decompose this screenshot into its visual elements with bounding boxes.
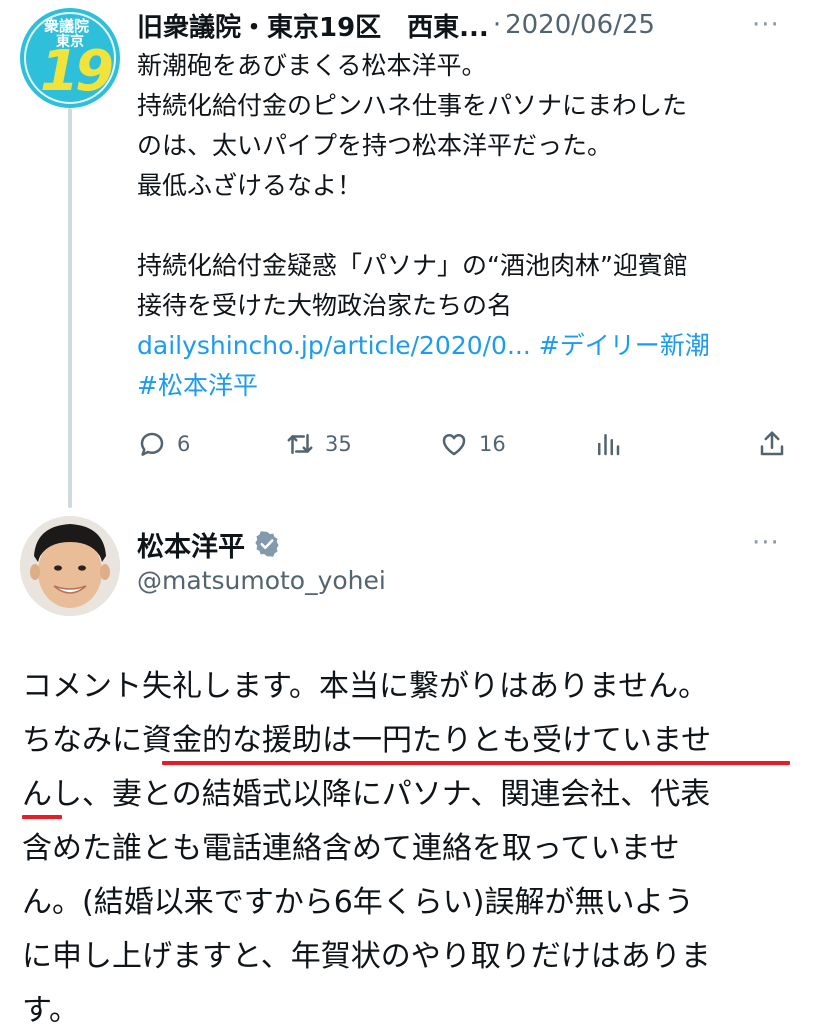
heart-icon	[442, 434, 466, 456]
separator-dot: ·	[492, 10, 502, 40]
reply-text-line: んし、妻との結婚式以降にパソナ、関連会社、代表	[22, 768, 802, 822]
reply-text-line: ん。(結婚以来ですから6年くらい)誤解が無いよう	[22, 885, 694, 920]
tweet-text: 新潮砲をあびまくる松本洋平。 持続化給付金のピンハネ仕事をパソナにまわした のは…	[137, 46, 797, 406]
more-options-icon[interactable]: ···	[752, 528, 780, 558]
retweet-icon	[287, 434, 313, 454]
reply-text-line: 含めた誰とも電話連絡含めて連絡を取っていませ	[22, 831, 680, 866]
tweet-text-line: 持続化給付金のピンハネ仕事をパソナにまわした	[137, 91, 688, 120]
retweet-button[interactable]: 35	[285, 424, 352, 464]
display-name[interactable]: 松本洋平	[137, 525, 245, 564]
reply-text: コメント失礼します。本当に繋がりはありません。 ちなみに資金的な援助は一円たりと…	[22, 660, 802, 1024]
analytics-button[interactable]	[593, 424, 623, 464]
tweet-header: 旧衆議院・東京19区 西東... · 2020/06/25	[137, 7, 777, 44]
reply-text-line: に申し上げますと、年賀状のやり取りだけはありま	[22, 939, 711, 974]
reply-text-line-content: ちなみに資金的な援助は一円たりとも受けていませ	[22, 723, 712, 758]
reply-text-line: コメント失礼します。本当に繋がりはありません。	[22, 669, 709, 704]
hashtag-link[interactable]: #松本洋平	[137, 371, 258, 400]
tweet-link-line: dailyshincho.jp/article/2020/0... #デイリー新…	[137, 326, 797, 366]
reply-button[interactable]: 6	[137, 424, 190, 464]
tweet-date[interactable]: 2020/06/25	[505, 10, 655, 40]
more-options-icon[interactable]: ···	[752, 10, 780, 40]
profile-photo	[20, 516, 120, 616]
hashtag-link[interactable]: #デイリー新潮	[539, 331, 710, 360]
red-underline	[22, 815, 62, 819]
tweet-actions: 6 35 16	[137, 424, 797, 464]
avatar[interactable]: 衆議院 東京 19	[20, 8, 120, 108]
retweet-count: 35	[325, 432, 352, 456]
avatar[interactable]	[20, 516, 120, 616]
display-name[interactable]: 旧衆議院・東京19区 西東...	[137, 7, 489, 44]
tweet-text-line: 新潮砲をあびまくる松本洋平。	[137, 51, 487, 80]
tweet-text-line: のは、太いパイプを持つ松本洋平だった。	[137, 131, 613, 160]
tweet-text-line	[137, 206, 797, 246]
tweet-text-line: 接待を受けた大物政治家たちの名	[137, 291, 513, 320]
tweet-hashtag-line: #松本洋平	[137, 366, 797, 406]
like-count: 16	[479, 432, 506, 456]
reply-text-line-content: んし、妻との結婚式以降にパソナ、関連会社、代表	[22, 777, 711, 812]
tweet-text-line: 最低ふざけるなよ！	[137, 171, 363, 200]
reply-count: 6	[177, 432, 191, 456]
share-button[interactable]	[757, 424, 787, 464]
tweet-text-line: 持続化給付金疑惑「パソナ」の“酒池肉林”迎賓館	[137, 251, 688, 280]
reply-icon	[140, 432, 164, 456]
share-icon	[760, 431, 784, 456]
like-button[interactable]: 16	[439, 424, 506, 464]
red-underline	[162, 761, 790, 765]
thread-connector-line	[68, 108, 72, 508]
tweet-header: 松本洋平	[137, 525, 281, 564]
reply-text-line: す。	[22, 993, 79, 1024]
avatar-text-top: 衆議院	[44, 17, 90, 35]
user-handle[interactable]: @matsumoto_yohei	[137, 566, 386, 595]
avatar-number: 19	[40, 39, 114, 104]
article-link[interactable]: dailyshincho.jp/article/2020/0...	[137, 331, 531, 360]
reply-text-line: ちなみに資金的な援助は一円たりとも受けていませ	[22, 714, 802, 768]
analytics-icon	[598, 434, 620, 456]
verified-badge-icon	[255, 531, 279, 557]
